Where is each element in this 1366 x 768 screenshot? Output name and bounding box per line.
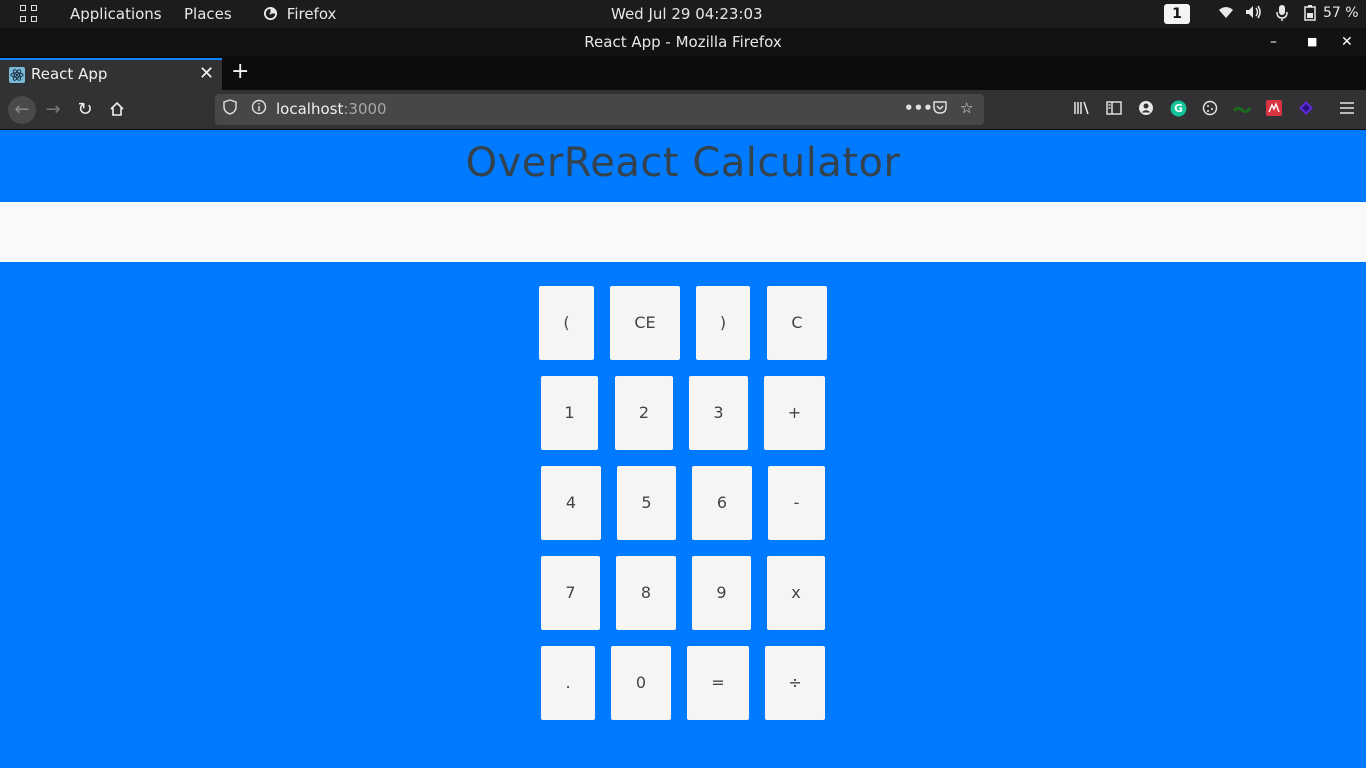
key-open-paren[interactable]: ( (539, 286, 594, 360)
key-0[interactable]: 0 (611, 646, 671, 720)
calculator-display[interactable] (0, 202, 1366, 262)
tab-label: React App (31, 65, 108, 83)
firefox-app-menu-label: Firefox (286, 5, 337, 23)
applications-menu[interactable]: Applications (70, 5, 162, 23)
key-6[interactable]: 6 (692, 466, 752, 540)
app-title: OverReact Calculator (465, 140, 901, 186)
clock[interactable]: Wed Jul 29 04:23:03 (611, 5, 763, 23)
battery-percentage[interactable]: 57 % (1323, 5, 1359, 21)
bookmark-star-icon[interactable]: ☆ (960, 99, 973, 117)
page-actions-icon[interactable]: ••• (904, 99, 933, 117)
key-clear-entry[interactable]: CE (610, 286, 680, 360)
firefox-app-menu[interactable]: Firefox (263, 5, 336, 23)
battery-icon[interactable] (1304, 5, 1316, 25)
key-multiply[interactable]: x (767, 556, 825, 630)
minimize-button[interactable]: – (1270, 28, 1277, 56)
key-close-paren[interactable]: ) (696, 286, 750, 360)
reload-icon[interactable]: ↻ (73, 98, 97, 122)
activities-grid-icon[interactable] (20, 5, 38, 23)
window-title: React App - Mozilla Firefox (584, 33, 782, 51)
grammarly-icon[interactable]: G (1168, 100, 1188, 120)
firefox-icon (263, 6, 278, 21)
extension-red-icon[interactable] (1264, 100, 1284, 120)
back-icon[interactable]: ← (8, 96, 36, 124)
system-top-bar: Applications Places Firefox Wed Jul 29 0… (0, 0, 1366, 28)
key-divide[interactable]: ÷ (765, 646, 825, 720)
extension-purple-icon[interactable] (1296, 100, 1316, 120)
forward-icon[interactable]: → (41, 98, 65, 122)
key-2[interactable]: 2 (615, 376, 673, 450)
tab-react-app[interactable]: React App ✕ (0, 58, 222, 90)
tab-strip: React App ✕ + (0, 56, 1366, 90)
shield-icon[interactable] (223, 99, 237, 119)
extension-icon[interactable] (1232, 100, 1252, 120)
url-bar[interactable]: localhost:3000 ••• ☆ (215, 94, 984, 125)
navigation-toolbar: ← → ↻ localhost:3000 ••• ☆ G (0, 90, 1366, 130)
key-3[interactable]: 3 (689, 376, 748, 450)
key-4[interactable]: 4 (541, 466, 601, 540)
svg-text:G: G (1174, 102, 1183, 115)
hamburger-menu-icon[interactable] (1337, 100, 1357, 120)
window-titlebar: React App - Mozilla Firefox – ■ ✕ (0, 28, 1366, 56)
sidebar-icon[interactable] (1104, 100, 1124, 120)
new-tab-button[interactable]: + (231, 59, 249, 84)
workspace-indicator[interactable]: 1 (1164, 4, 1190, 24)
key-equals[interactable]: = (687, 646, 749, 720)
volume-icon[interactable] (1245, 5, 1263, 23)
cookie-icon[interactable] (1200, 100, 1220, 120)
url-text[interactable]: localhost:3000 (276, 100, 387, 118)
key-plus[interactable]: + (764, 376, 825, 450)
key-1[interactable]: 1 (541, 376, 598, 450)
close-window-button[interactable]: ✕ (1341, 28, 1353, 56)
close-tab-icon[interactable]: ✕ (199, 63, 214, 84)
url-host: localhost (276, 100, 344, 118)
key-7[interactable]: 7 (541, 556, 600, 630)
wifi-icon[interactable] (1218, 5, 1234, 23)
library-icon[interactable] (1072, 100, 1092, 120)
react-favicon-icon (9, 67, 25, 83)
page-content: OverReact Calculator ( CE ) C 1 2 3 + 4 … (0, 130, 1366, 768)
key-clear[interactable]: C (767, 286, 827, 360)
places-menu[interactable]: Places (184, 5, 232, 23)
key-8[interactable]: 8 (616, 556, 676, 630)
url-port: :3000 (343, 100, 387, 118)
key-5[interactable]: 5 (617, 466, 676, 540)
info-icon[interactable] (251, 99, 267, 119)
pocket-icon[interactable] (932, 99, 948, 119)
home-icon[interactable] (105, 98, 129, 122)
maximize-button[interactable]: ■ (1307, 28, 1317, 56)
key-decimal[interactable]: . (541, 646, 595, 720)
key-9[interactable]: 9 (692, 556, 751, 630)
account-icon[interactable] (1136, 100, 1156, 120)
key-minus[interactable]: - (768, 466, 825, 540)
microphone-icon[interactable] (1276, 5, 1288, 25)
